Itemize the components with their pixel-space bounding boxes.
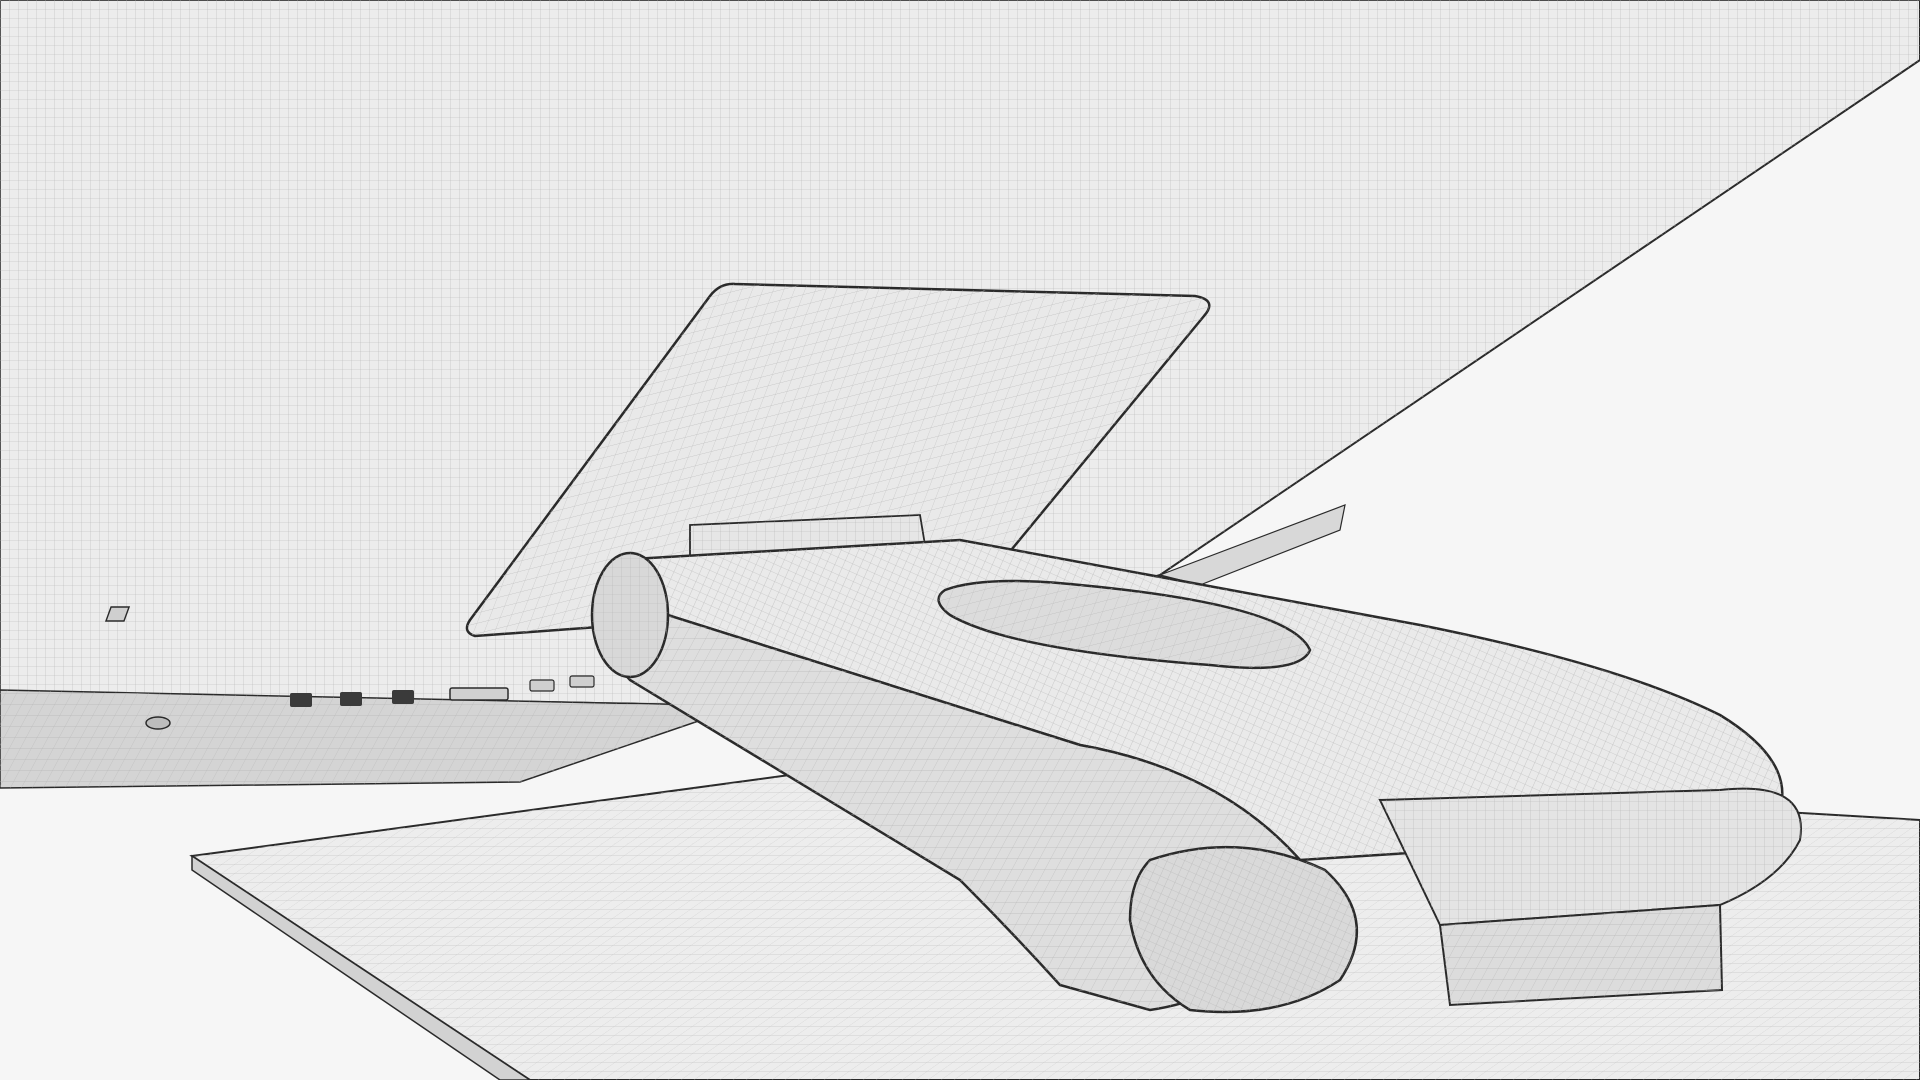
- wireframe-render: [0, 0, 1920, 1080]
